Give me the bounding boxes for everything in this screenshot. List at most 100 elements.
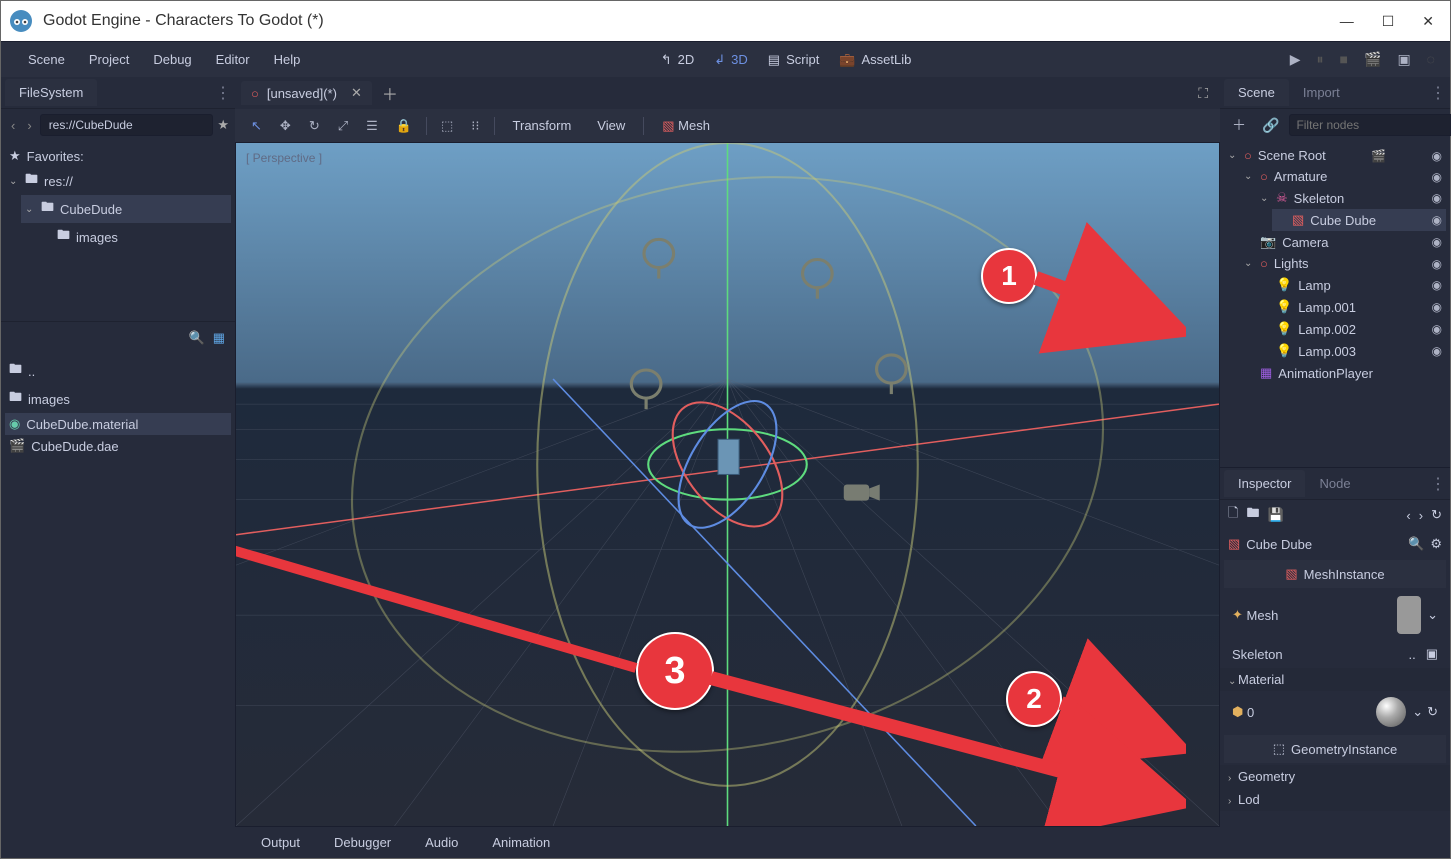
skeleton-assign-icon[interactable]: ▣ (1426, 646, 1438, 662)
bottom-tab-animation[interactable]: Animation (478, 831, 564, 854)
favorites-label[interactable]: ★Favorites: (5, 145, 231, 167)
filter-nodes-input[interactable] (1289, 114, 1451, 136)
material-reset-icon[interactable]: ↻ (1427, 704, 1438, 720)
fs-folder-images[interactable]: 🖿images (37, 223, 231, 251)
snap-icon[interactable]: ⁝⁝ (465, 114, 485, 138)
inspector-forward-icon[interactable]: › (1419, 508, 1423, 523)
video-driver-icon[interactable]: ◌ (1427, 51, 1435, 68)
move-mode-icon[interactable]: ✥ (274, 114, 297, 138)
fs-file-up[interactable]: 🖿.. (5, 357, 231, 385)
material-sphere-preview[interactable] (1376, 697, 1406, 727)
transform-menu[interactable]: Transform (503, 114, 582, 137)
inspector-filter-icon[interactable]: ⚙ (1430, 536, 1442, 552)
play-custom-scene-button[interactable]: ▣ (1397, 51, 1410, 68)
workspace-3d[interactable]: ↲ 3D (704, 48, 758, 72)
viewport-3d[interactable]: [ Perspective ] 1 2 3 (235, 143, 1220, 826)
inspector-options-icon[interactable]: ⋮ (1430, 474, 1446, 494)
rotate-mode-icon[interactable]: ↻ (303, 114, 326, 138)
geometryinstance-section[interactable]: ⬚GeometryInstance (1224, 735, 1446, 763)
menu-scene[interactable]: Scene (16, 46, 77, 73)
skeleton-node[interactable]: ⌄☠Skeleton◉ (1256, 187, 1446, 209)
stop-button[interactable]: ■ (1340, 51, 1348, 68)
mesh-dropdown-icon[interactable]: ⌄ (1427, 607, 1438, 623)
scene-tab-unsaved[interactable]: ○ [unsaved](*) ✕ (241, 81, 372, 105)
import-dock-tab[interactable]: Import (1289, 79, 1354, 106)
pause-button[interactable]: ⏸ (1317, 51, 1324, 68)
inspector-tab[interactable]: Inspector (1224, 470, 1305, 497)
scene-tab-close-icon[interactable]: ✕ (351, 85, 362, 101)
material-category[interactable]: ⌄Material (1220, 668, 1450, 691)
workspace-script[interactable]: ▤ Script (758, 48, 830, 72)
inspector-search-icon[interactable]: 🔍 (1408, 536, 1424, 552)
fs-search-icon[interactable]: 🔍 (189, 330, 205, 346)
view-menu[interactable]: View (587, 114, 635, 137)
close-window-button[interactable]: ✕ (1422, 13, 1434, 30)
filesystem-tab[interactable]: FileSystem (5, 79, 97, 106)
geometry-category[interactable]: ›Geometry (1220, 765, 1450, 788)
prop-skeleton[interactable]: Skeleton .. ▣ (1220, 640, 1450, 668)
cube-dube-node[interactable]: ▧Cube Dube◉ (1272, 209, 1446, 231)
mesh-preview-icon[interactable] (1397, 596, 1421, 634)
fs-back-button[interactable]: ‹ (7, 116, 19, 135)
lamp001-node[interactable]: 💡Lamp.001◉ (1256, 296, 1446, 318)
bottom-tab-debugger[interactable]: Debugger (320, 831, 405, 854)
scene-tab-add-button[interactable]: ＋ (372, 77, 408, 109)
play-button[interactable]: ▶ (1290, 51, 1301, 68)
armature-node[interactable]: ⌄○Armature◉ (1240, 166, 1446, 187)
bottom-tab-output[interactable]: Output (247, 831, 314, 854)
instance-node-button[interactable]: 🔗 (1256, 113, 1285, 138)
node-tab[interactable]: Node (1305, 470, 1364, 497)
workspace-2d[interactable]: ↰ 2D (651, 48, 705, 72)
fs-file-dae[interactable]: 🎬CubeDude.dae (5, 435, 231, 457)
fs-path-field[interactable]: res://CubeDude (40, 114, 214, 136)
add-node-button[interactable]: ＋ (1226, 111, 1252, 139)
inspector-properties: ▧MeshInstance ✦ Mesh ⌄ Skeleton .. ▣ ⌄Ma… (1220, 558, 1450, 858)
scene-root-node[interactable]: ⌄○Scene Root🎬◉ (1224, 145, 1446, 166)
fs-favorite-button[interactable]: ★ (217, 117, 229, 133)
dock-options-icon[interactable]: ⋮ (215, 83, 231, 103)
meshinstance-section[interactable]: ▧MeshInstance (1224, 560, 1446, 588)
animationplayer-node[interactable]: ▦AnimationPlayer (1240, 362, 1446, 384)
local-coords-icon[interactable]: ⬚ (435, 114, 459, 138)
play-scene-button[interactable]: 🎬 (1364, 51, 1381, 68)
mesh-menu[interactable]: ▧ Mesh (652, 114, 720, 138)
inspector-new-icon[interactable]: 🗋 (1228, 504, 1238, 526)
fs-view-grid-icon[interactable]: ▦ (213, 330, 225, 346)
visibility-icon[interactable]: ◉ (1432, 149, 1442, 163)
scene-dock-options-icon[interactable]: ⋮ (1430, 83, 1446, 103)
lamp002-node[interactable]: 💡Lamp.002◉ (1256, 318, 1446, 340)
bottom-tab-audio[interactable]: Audio (411, 831, 472, 854)
scale-mode-icon[interactable]: ⤢ (332, 114, 354, 138)
menu-help[interactable]: Help (262, 46, 313, 73)
lamp-node[interactable]: 💡Lamp◉ (1256, 274, 1446, 296)
fs-file-material[interactable]: ◉CubeDube.material (5, 413, 231, 435)
inspector-save-icon[interactable]: 💾 (1267, 507, 1283, 523)
clapboard-icon[interactable]: 🎬 (1371, 149, 1386, 163)
fs-file-images[interactable]: 🖿images (5, 385, 231, 413)
inspector-history-icon[interactable]: ↻ (1431, 507, 1442, 523)
fs-folder-cubedude[interactable]: ⌄🖿CubeDude (21, 195, 231, 223)
scene-dock-tab[interactable]: Scene (1224, 79, 1289, 106)
fs-root[interactable]: ⌄🖿res:// (5, 167, 231, 195)
material-dropdown-icon[interactable]: ⌄ (1412, 704, 1423, 720)
distraction-free-icon[interactable]: ⛶ (1198, 85, 1214, 102)
lights-node[interactable]: ⌄○Lights◉ (1240, 253, 1446, 274)
maximize-button[interactable]: ☐ (1382, 13, 1395, 30)
list-select-icon[interactable]: ☰ (360, 114, 384, 138)
lock-icon[interactable]: 🔒 (390, 114, 418, 138)
prop-material-0[interactable]: ⬢ 0 ⌄ ↻ (1220, 691, 1450, 733)
workspace-assetlib[interactable]: 💼 AssetLib (829, 48, 921, 72)
menu-debug[interactable]: Debug (141, 46, 203, 73)
prop-mesh[interactable]: ✦ Mesh ⌄ (1220, 590, 1450, 640)
camera-node[interactable]: 📷Camera◉ (1240, 231, 1446, 253)
menu-editor[interactable]: Editor (204, 46, 262, 73)
lod-category[interactable]: ›Lod (1220, 788, 1450, 811)
perspective-label[interactable]: [ Perspective ] (246, 151, 322, 165)
inspector-load-icon[interactable]: 🖿 (1246, 504, 1259, 526)
inspector-back-icon[interactable]: ‹ (1406, 508, 1410, 523)
fs-forward-button[interactable]: › (23, 116, 35, 135)
select-mode-icon[interactable]: ↖ (245, 114, 268, 138)
minimize-button[interactable]: — (1340, 13, 1354, 30)
menu-project[interactable]: Project (77, 46, 141, 73)
lamp003-node[interactable]: 💡Lamp.003◉ (1256, 340, 1446, 362)
